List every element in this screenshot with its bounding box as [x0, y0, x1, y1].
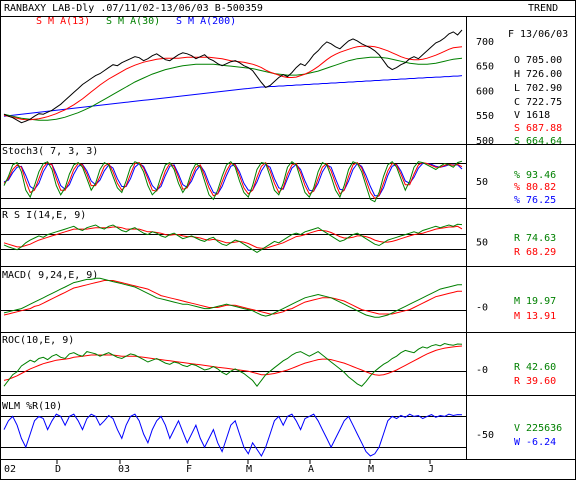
trend-label: TREND [528, 3, 558, 14]
macd-y-tick-0: -0 [476, 302, 488, 313]
readout-macd-signal: M 13.91 [514, 311, 556, 322]
readout-date: F 13/06/03 [508, 29, 568, 40]
wlm-y-tick--50: -50 [476, 430, 494, 441]
readout-rsi-signal: R 68.29 [514, 247, 556, 258]
x-tick-label-5: A [308, 464, 314, 475]
stoch-readout: % 93.46 % 80.82 % 76.25 [514, 170, 556, 206]
stoch-title: Stoch3( 7, 3, 3) [2, 146, 98, 157]
readout-vol2: V 225636 [514, 423, 562, 434]
readout-volume: V 1618 [514, 110, 550, 121]
x-tick-label-3: F [186, 464, 192, 475]
x-tick-label-1: D [55, 464, 61, 475]
readout-low: L 702.90 [514, 83, 562, 94]
readout-sma30: S 664.64 [514, 136, 562, 147]
readout-high: H 726.00 [514, 69, 562, 80]
x-tick-label-2: 03 [118, 464, 130, 475]
x-tick-label-0: 02 [4, 464, 16, 475]
readout-macd: M 19.97 [514, 296, 556, 307]
readout-roc: R 42.60 [514, 362, 556, 373]
wlm-title: WLM %R(10) [2, 401, 62, 412]
roc-y-tick-0: -0 [476, 365, 488, 376]
readout-sma13: S 687.88 [514, 123, 562, 134]
readout-roc-signal: R 39.60 [514, 376, 556, 387]
sma200-legend: S M A(200) [176, 16, 236, 27]
readout-rsi: R 74.63 [514, 233, 556, 244]
x-tick-label-6: M [368, 464, 374, 475]
rsi-y-tick-50: 50 [476, 237, 488, 248]
readout-stoch-slow: % 76.25 [514, 195, 556, 206]
price-y-tick-700: 700 [476, 37, 494, 48]
roc-title: ROC(10,E, 9) [2, 335, 74, 346]
rsi-title: R S I(14,E, 9) [2, 210, 86, 221]
price-y-tick-600: 600 [476, 86, 494, 97]
sma13-legend: S M A(13) [36, 16, 90, 27]
price-y-tick-550: 550 [476, 111, 494, 122]
macd-title: MACD( 9,24,E, 9) [2, 270, 98, 281]
price-y-tick-650: 650 [476, 62, 494, 73]
chart-title: RANBAXY LAB-Dly .07/11/02-13/06/03 B-500… [4, 3, 263, 14]
stock-chart: RANBAXY LAB-Dly .07/11/02-13/06/03 B-500… [0, 0, 576, 480]
readout-close: C 722.75 [514, 97, 562, 108]
x-tick-label-7: J [428, 464, 434, 475]
readout-wlm: W -6.24 [514, 437, 556, 448]
readout-stoch-d: % 80.82 [514, 182, 556, 193]
readout-open: O 705.00 [514, 55, 562, 66]
price-y-tick-500: 500 [476, 136, 494, 147]
sma30-legend: S M A(30) [106, 16, 160, 27]
stoch-y-tick-50: 50 [476, 177, 488, 188]
readout-stoch-k: % 93.46 [514, 170, 556, 181]
x-tick-label-4: M [246, 464, 252, 475]
